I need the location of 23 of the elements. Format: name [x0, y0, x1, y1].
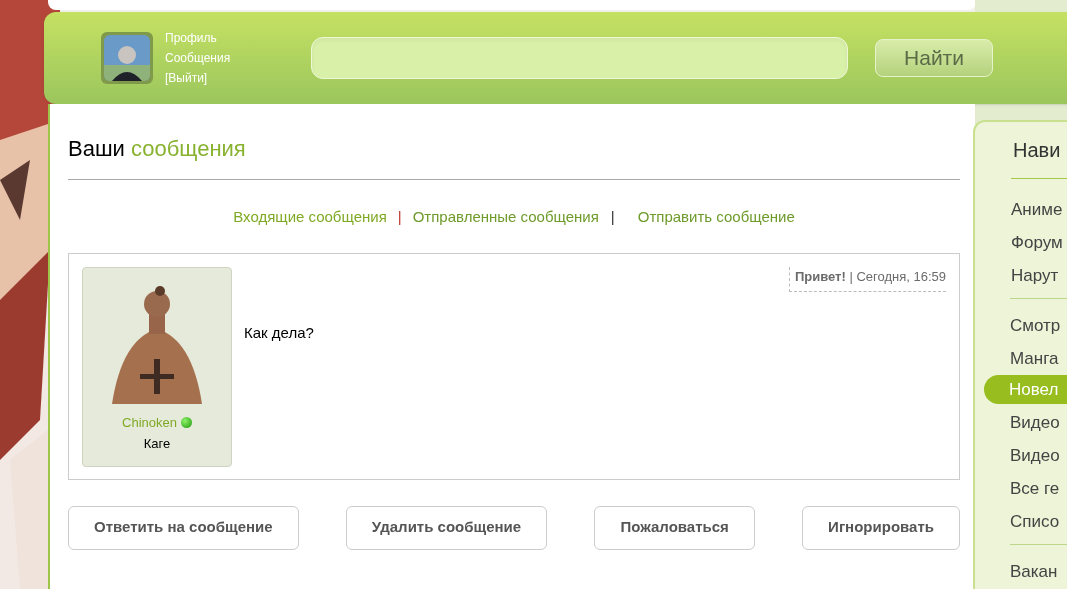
nav-item[interactable]: Форум [1011, 228, 1067, 257]
search-button[interactable]: Найти [875, 39, 993, 77]
sidebar-title: Нави [1011, 135, 1067, 179]
action-button[interactable]: Удалить сообщение [345, 505, 548, 550]
action-button[interactable]: Пожаловаться [594, 505, 755, 550]
action-button[interactable]: Ответить на сообщение [68, 505, 299, 550]
search-field[interactable] [311, 37, 848, 79]
nav-item[interactable]: Видео [1010, 441, 1067, 470]
nav-item[interactable]: Списо [1010, 507, 1067, 536]
page-title: Ваши сообщения [68, 132, 960, 180]
nav-item[interactable]: Аниме [1011, 195, 1067, 224]
sender-rank: Каге [143, 435, 171, 453]
nav-item[interactable]: Манга [1010, 344, 1067, 373]
message-body: Как дела? [244, 322, 314, 342]
nav-item[interactable]: Все ге [1010, 474, 1067, 503]
nav-item[interactable]: Видео [1010, 408, 1067, 437]
nav-item[interactable]: Смотр [1010, 311, 1067, 340]
message-meta: Привет! | Сегодня, 16:59 [788, 266, 946, 292]
nav-item[interactable]: Нарут [1011, 261, 1067, 290]
action-button[interactable]: Игнорировать [802, 505, 960, 550]
separator: | [610, 207, 615, 227]
nav-item[interactable]: Вакан [1010, 557, 1067, 586]
separator: | [397, 207, 402, 227]
